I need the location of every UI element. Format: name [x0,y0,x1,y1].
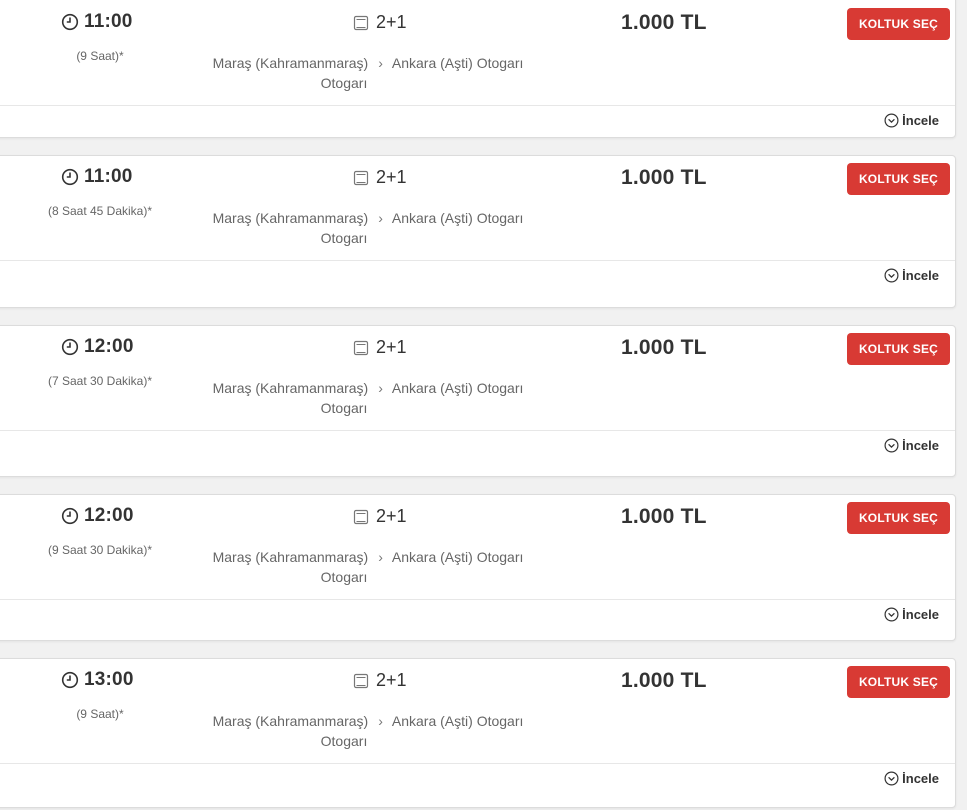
trip-card: 11:00 (8 Saat 45 Dakika)* 2+1 Maraş (Kah… [0,155,956,308]
route-to-suffix: Otogarı [320,569,368,585]
clock-icon [61,338,79,356]
details-toggle[interactable]: İncele [884,438,939,453]
route-to-suffix: Otogarı [320,400,368,416]
duration-label: (8 Saat 45 Dakika)* [47,204,153,218]
clock-icon [61,168,79,186]
seat-layout: 2+1 [353,337,407,358]
details-toggle[interactable]: İncele [884,113,939,128]
route: Maraş (Kahramanmaraş) › Ankara (Aşti) Otog… [195,208,541,248]
seat-layout-label: 2+1 [376,670,407,690]
details-label: İncele [902,438,939,453]
select-seat-button[interactable]: KOLTUK SEÇ [847,163,950,195]
route-to: Ankara (Aşti) Otogarı [391,380,524,396]
price-label: 1.000 TL [621,11,707,34]
seat-layout-label: 2+1 [376,167,407,187]
route: Maraş (Kahramanmaraş) › Ankara (Aşti) Otog… [195,378,541,418]
seat-layout-label: 2+1 [376,506,407,526]
price-label: 1.000 TL [621,505,707,528]
route-to-suffix: Otogarı [320,230,368,246]
clock-icon [61,13,79,31]
clock-icon [61,671,79,689]
departure-time: 12:00 [61,336,134,358]
chevron-down-circle-icon [884,607,899,622]
trip-card: 12:00 (9 Saat 30 Dakika)* 2+1 Maraş (Kah… [0,494,956,641]
route-to: Ankara (Aşti) Otogarı [391,210,524,226]
chevron-right-icon: › [378,380,383,396]
seat-layout: 2+1 [353,670,407,691]
route-to-suffix: Otogarı [320,75,368,91]
details-toggle[interactable]: İncele [884,268,939,283]
route-from: Maraş (Kahramanmaraş) [212,549,369,565]
route: Maraş (Kahramanmaraş) › Ankara (Aşti) Otog… [195,711,541,751]
route-from: Maraş (Kahramanmaraş) [212,55,369,71]
route-to: Ankara (Aşti) Otogarı [391,713,524,729]
duration-label: (7 Saat 30 Dakika)* [47,374,153,388]
seat-icon [353,15,369,31]
trip-card: 13:00 (9 Saat)* 2+1 Maraş (Kahramanmaraş… [0,658,956,808]
details-label: İncele [902,771,939,786]
seat-icon [353,340,369,356]
select-seat-button[interactable]: KOLTUK SEÇ [847,502,950,534]
time-label: 12:00 [84,505,134,526]
clock-icon [61,507,79,525]
route-from: Maraş (Kahramanmaraş) [212,713,369,729]
duration-label: (9 Saat)* [76,707,124,721]
seat-layout-label: 2+1 [376,12,407,32]
details-label: İncele [902,113,939,128]
departure-time: 11:00 [61,11,133,33]
route: Maraş (Kahramanmaraş) › Ankara (Aşti) Otog… [195,53,541,93]
trip-card: 11:00 (9 Saat)* 2+1 Maraş (Kahramanmaraş… [0,0,956,138]
chevron-right-icon: › [378,549,383,565]
time-label: 11:00 [84,166,133,187]
details-label: İncele [902,607,939,622]
trip-card: 12:00 (7 Saat 30 Dakika)* 2+1 Maraş (Kah… [0,325,956,477]
select-seat-button[interactable]: KOLTUK SEÇ [847,8,950,40]
details-label: İncele [902,268,939,283]
details-toggle[interactable]: İncele [884,607,939,622]
chevron-right-icon: › [378,713,383,729]
route-to: Ankara (Aşti) Otogarı [391,549,524,565]
select-seat-button[interactable]: KOLTUK SEÇ [847,666,950,698]
chevron-down-circle-icon [884,113,899,128]
duration-label: (9 Saat 30 Dakika)* [47,543,153,557]
route-to-suffix: Otogarı [320,733,368,749]
details-toggle[interactable]: İncele [884,771,939,786]
departure-time: 11:00 [61,166,133,188]
route-from: Maraş (Kahramanmaraş) [212,380,369,396]
seat-layout: 2+1 [353,167,407,188]
time-label: 12:00 [84,336,134,357]
chevron-down-circle-icon [884,438,899,453]
route: Maraş (Kahramanmaraş) › Ankara (Aşti) Otog… [195,547,541,587]
time-label: 11:00 [84,11,133,32]
chevron-right-icon: › [378,210,383,226]
duration-label: (9 Saat)* [76,49,124,63]
seat-layout: 2+1 [353,506,407,527]
select-seat-button[interactable]: KOLTUK SEÇ [847,333,950,365]
chevron-down-circle-icon [884,268,899,283]
route-to: Ankara (Aşti) Otogarı [391,55,524,71]
route-from: Maraş (Kahramanmaraş) [212,210,369,226]
chevron-right-icon: › [378,55,383,71]
seat-icon [353,509,369,525]
chevron-down-circle-icon [884,771,899,786]
departure-time: 12:00 [61,505,134,527]
seat-icon [353,170,369,186]
departure-time: 13:00 [61,669,134,691]
seat-layout-label: 2+1 [376,337,407,357]
seat-layout: 2+1 [353,12,407,33]
price-label: 1.000 TL [621,166,707,189]
seat-icon [353,673,369,689]
time-label: 13:00 [84,669,134,690]
price-label: 1.000 TL [621,669,707,692]
price-label: 1.000 TL [621,336,707,359]
